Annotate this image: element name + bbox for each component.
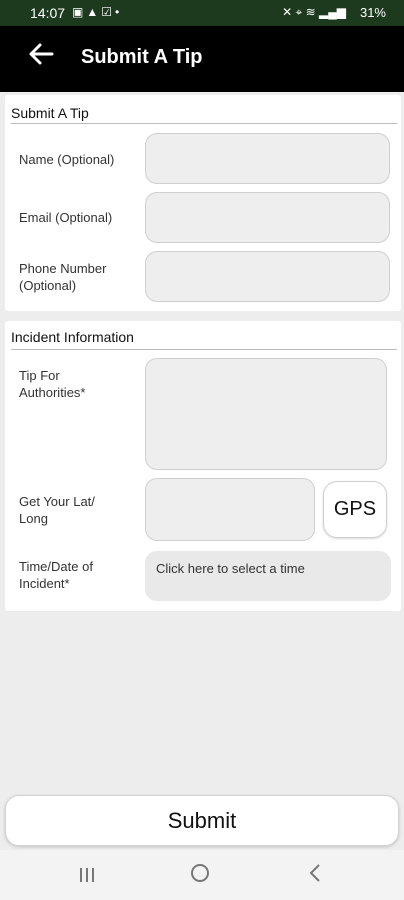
recents-icon[interactable] (78, 864, 96, 890)
back-chevron-icon[interactable] (308, 863, 322, 889)
system-nav-bar (0, 850, 404, 900)
phone-label: Phone Number (Optional) (19, 261, 107, 293)
location-icon: ⌖ (295, 5, 303, 19)
arrow-left-icon (29, 43, 54, 65)
status-time: 14:07 (30, 5, 66, 21)
status-bar: 14:07 ▣▲☑• ✕ ⌖ ≋ ▂▄▆ 31% (0, 0, 404, 26)
time-picker-field[interactable]: Click here to select a time (145, 551, 391, 601)
section-divider (11, 123, 397, 124)
system-icons: ✕ ⌖ ≋ ▂▄▆ (282, 5, 346, 20)
time-label: Time/Date of Incident* (19, 559, 93, 591)
tip-label: Tip For Authorities* (19, 368, 86, 400)
back-button[interactable] (28, 40, 54, 74)
name-field[interactable] (145, 133, 390, 184)
incident-card: Incident Information Tip For Authorities… (5, 321, 401, 611)
latlong-label: Get Your Lat/ Long (19, 494, 95, 526)
wifi-icon: ≋ (305, 5, 316, 19)
gps-button[interactable]: GPS (323, 481, 387, 538)
dot-icon: • (115, 5, 123, 19)
page-title: Submit A Tip (81, 46, 203, 68)
signal-icon: ▂▄▆ (319, 5, 346, 19)
image-icon: ▣ (72, 5, 87, 19)
alert-icon: ▲ (86, 5, 102, 19)
submit-tip-card: Submit A Tip Name (Optional) Email (Opti… (5, 95, 401, 311)
app-bar: Submit A Tip (0, 26, 404, 92)
section-title: Incident Information (11, 329, 134, 345)
battery-level: 31% (359, 5, 386, 20)
name-label: Name (Optional) (19, 152, 115, 167)
email-label: Email (Optional) (19, 210, 113, 225)
submit-button[interactable]: Submit (5, 795, 399, 846)
home-icon[interactable] (190, 863, 210, 889)
mute-icon: ✕ (282, 5, 293, 19)
checkbox-icon: ☑ (101, 5, 115, 19)
section-divider (11, 349, 397, 350)
email-field[interactable] (145, 192, 390, 243)
latlong-field[interactable] (145, 478, 315, 541)
tip-field[interactable] (145, 358, 387, 470)
section-title: Submit A Tip (11, 105, 89, 121)
notification-icons: ▣▲☑• (72, 5, 122, 19)
phone-field[interactable] (145, 251, 390, 302)
